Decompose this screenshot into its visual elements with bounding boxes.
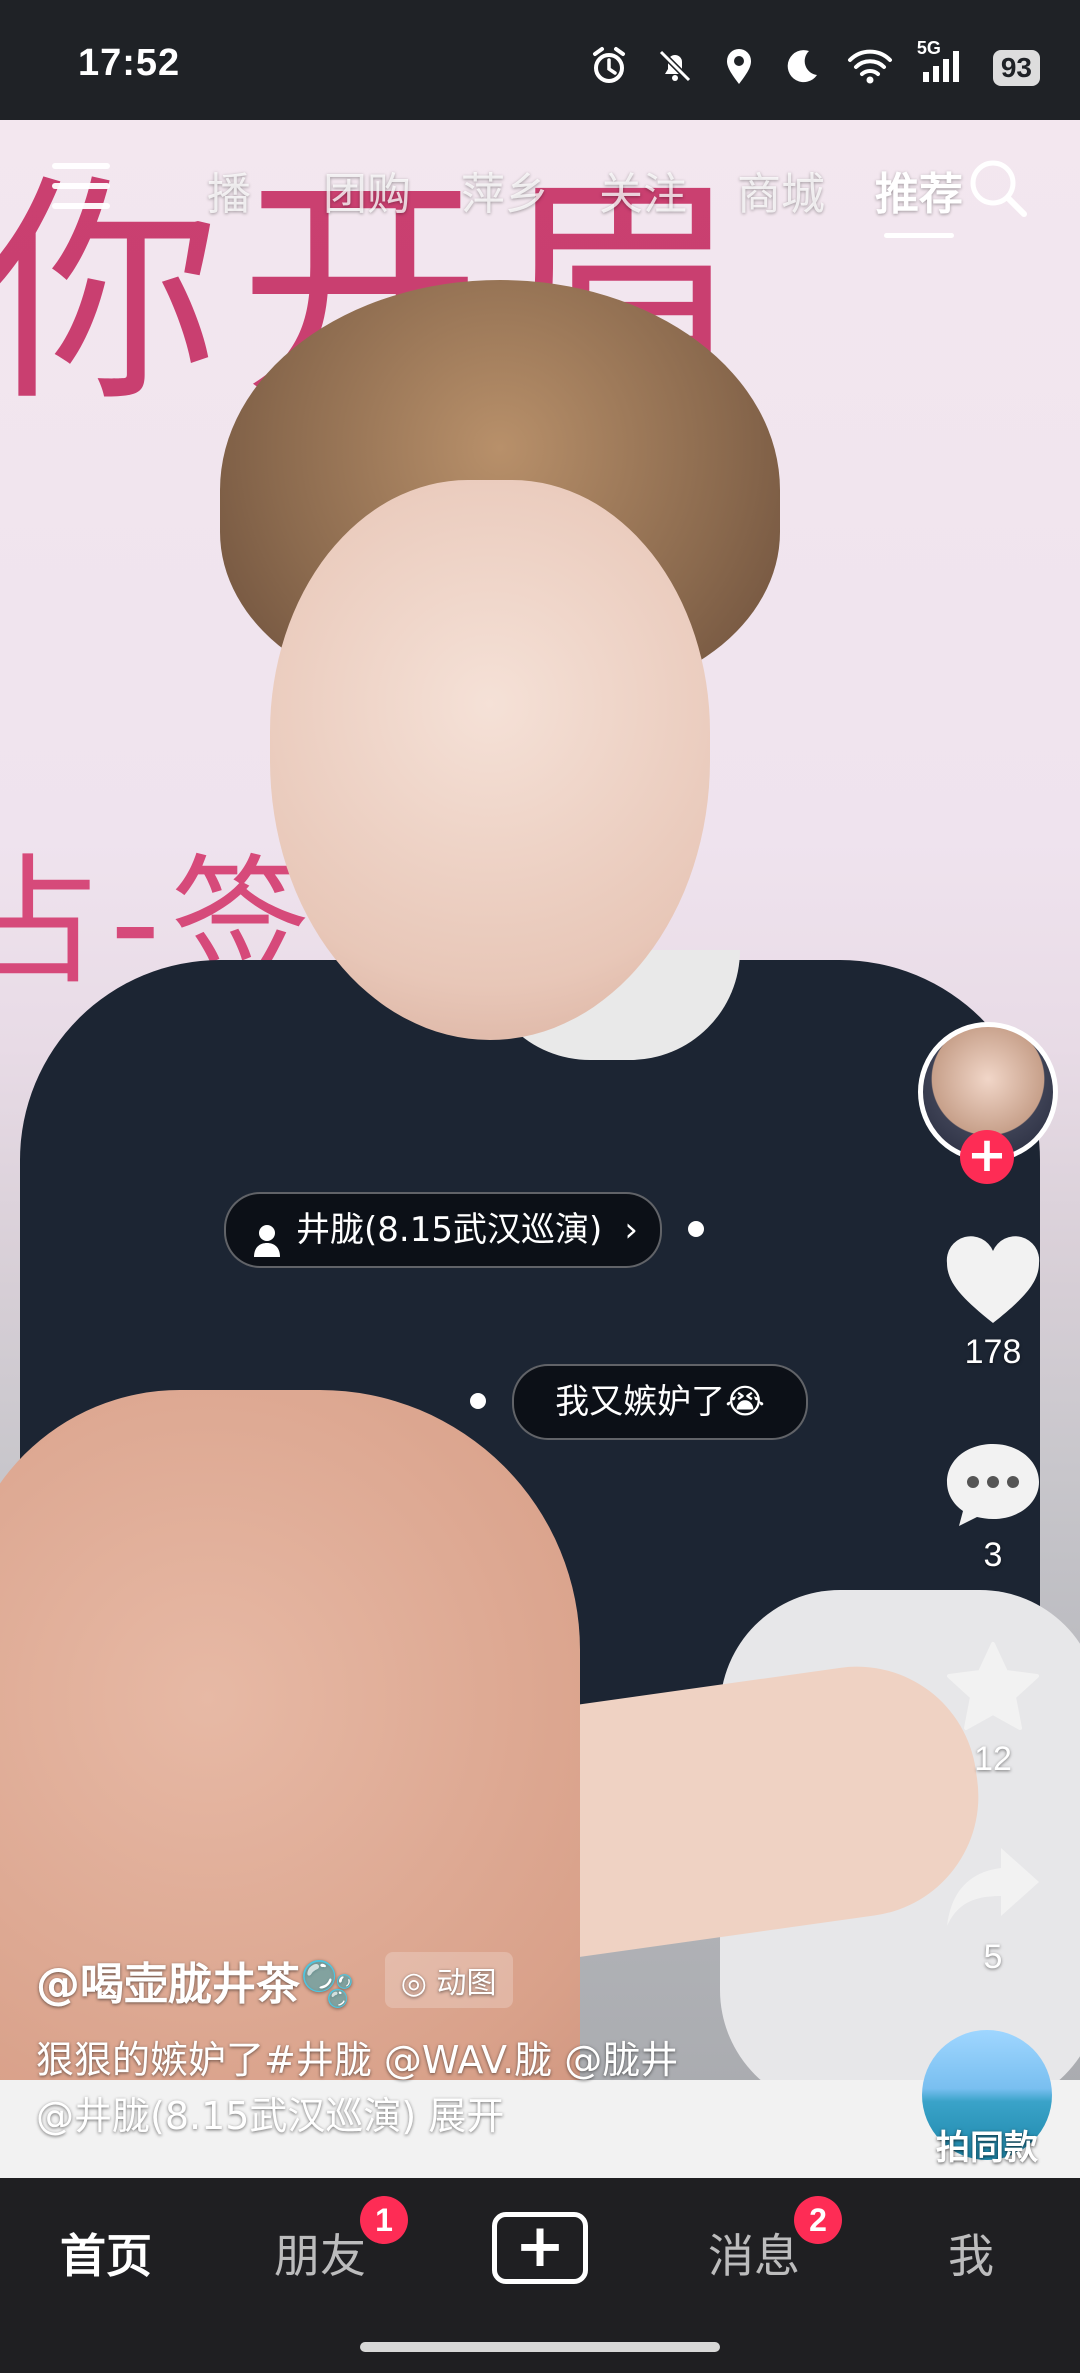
- author-name[interactable]: @喝壶胧井茶🫧: [36, 1948, 355, 2012]
- home-indicator[interactable]: [360, 2342, 720, 2352]
- heart-icon: [946, 1236, 1040, 1323]
- share-count: 5: [983, 1938, 1003, 1976]
- like-button[interactable]: 178: [938, 1235, 1048, 1372]
- comment-bubble-icon: [947, 1444, 1039, 1526]
- video-subject-face: [270, 480, 710, 1040]
- share-arrow-icon: [947, 1848, 1039, 1926]
- video-player[interactable]: 你开眉 占-签名: [0, 120, 1080, 2178]
- battery-indicator: 93: [992, 50, 1040, 86]
- do-not-disturb-moon-icon: [783, 47, 821, 89]
- comment-count: 3: [983, 1536, 1003, 1574]
- tab-following[interactable]: 关注: [574, 158, 712, 222]
- status-time: 17:52: [78, 42, 181, 84]
- nav-me[interactable]: 我: [948, 2220, 994, 2286]
- person-tag-label: 井胧(8.15武汉巡演): [296, 1210, 603, 1250]
- network-type-label: 5G: [916, 38, 941, 58]
- shoot-same-label[interactable]: 拍同款: [922, 2120, 1052, 2169]
- mute-icon: [655, 46, 695, 90]
- follow-button[interactable]: +: [960, 1130, 1014, 1184]
- wifi-icon: [847, 48, 893, 88]
- messages-badge: 2: [794, 2196, 842, 2244]
- video-caption: @喝壶胧井茶🫧 ◎ 动图 狠狠的嫉妒了#井胧 @WAV.胧 @胧井 @井胧(8.…: [36, 1948, 916, 2144]
- like-count: 178: [964, 1333, 1022, 1371]
- star-icon: [947, 1642, 1039, 1730]
- caption-line-1: 狠狠的嫉妒了#井胧 @WAV.胧 @胧井: [36, 2038, 679, 2082]
- caption-description[interactable]: 狠狠的嫉妒了#井胧 @WAV.胧 @胧井 @井胧(8.15武汉巡演) 展开: [36, 2032, 916, 2144]
- share-button[interactable]: 5: [938, 1842, 1048, 1977]
- nav-home[interactable]: 首页: [60, 2220, 152, 2286]
- top-navigation: 播 团购 萍乡 关注 商城 推荐: [0, 140, 1080, 240]
- tab-group-buy[interactable]: 团购: [298, 158, 436, 222]
- create-button[interactable]: +: [492, 2212, 588, 2284]
- tag-anchor-dot: [688, 1221, 704, 1237]
- chevron-right-icon: ›: [624, 1210, 638, 1250]
- author-row: @喝壶胧井茶🫧 ◎ 动图: [36, 1948, 916, 2012]
- person-icon: [252, 1212, 282, 1284]
- tab-local-city[interactable]: 萍乡: [436, 158, 574, 222]
- comment-anchor-dot: [470, 1393, 486, 1409]
- friends-badge: 1: [360, 2196, 408, 2244]
- tab-live[interactable]: 播: [160, 158, 298, 222]
- favorite-button[interactable]: 12: [938, 1640, 1048, 1779]
- tab-mall[interactable]: 商城: [712, 158, 850, 222]
- comment-button[interactable]: 3: [938, 1438, 1048, 1575]
- status-icons: 5G 93: [589, 38, 1040, 90]
- caption-line-2: @井胧(8.15武汉巡演) 展开: [36, 2094, 505, 2138]
- alarm-icon: [589, 46, 629, 90]
- moving-image-badge: ◎ 动图: [384, 1952, 513, 2008]
- moving-image-icon: ◎: [400, 1966, 427, 2001]
- search-icon[interactable]: [966, 156, 1030, 220]
- comment-bubble-tag[interactable]: 我又嫉妒了😭: [512, 1364, 808, 1440]
- menu-icon[interactable]: [52, 163, 110, 209]
- moving-image-label: 动图: [436, 1966, 497, 2001]
- comment-bubble-text: 我又嫉妒了😭: [555, 1382, 765, 1422]
- location-icon: [721, 46, 757, 90]
- person-tag[interactable]: 井胧(8.15武汉巡演) ›: [224, 1192, 662, 1268]
- favorite-count: 12: [974, 1740, 1012, 1778]
- cellular-signal-icon: 5G: [917, 38, 967, 88]
- nav-friends[interactable]: 朋友: [274, 2220, 366, 2286]
- top-tabs: 播 团购 萍乡 关注 商城 推荐: [160, 158, 988, 238]
- nav-messages[interactable]: 消息: [708, 2220, 800, 2286]
- status-bar: 17:52 5G 93: [0, 0, 1080, 120]
